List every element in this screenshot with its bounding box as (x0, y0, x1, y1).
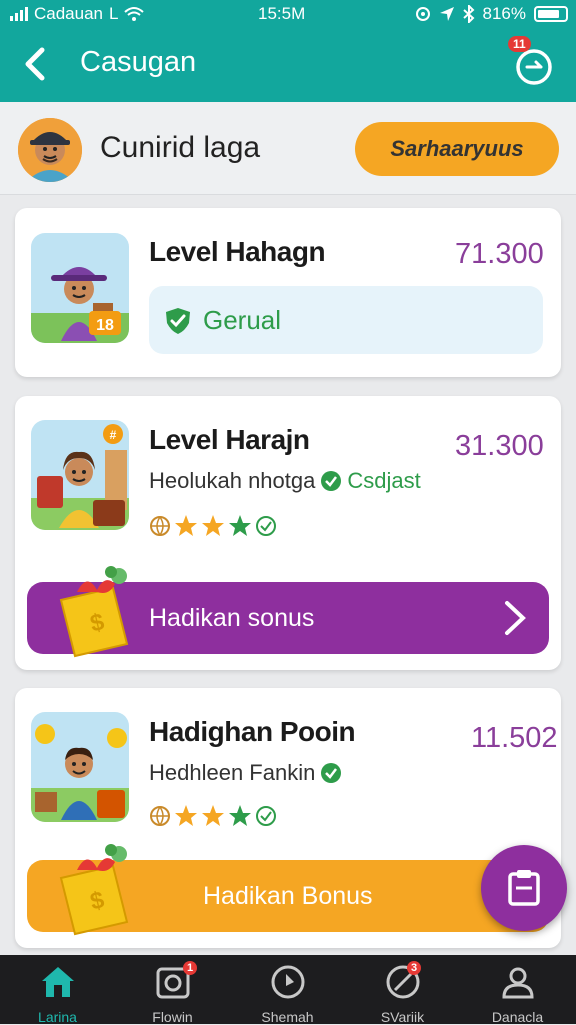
nav-label: Shemah (261, 1009, 314, 1025)
clock-icon (271, 965, 305, 999)
character-illustration (31, 712, 129, 822)
status-pill: Gerual (149, 286, 543, 354)
card-title: Hadighan Pooin (149, 716, 356, 747)
nav-label: Flowin (152, 1009, 193, 1025)
star-icon (202, 805, 224, 826)
nav-label: Larina (38, 1009, 77, 1025)
nav-item-pen[interactable]: 3 SVariik (345, 955, 460, 1025)
gift-bag-icon: $ (59, 844, 129, 936)
rating-row (149, 514, 277, 538)
nav-badge: 3 (407, 961, 422, 975)
card-price: 71.300 (455, 238, 544, 270)
nav-badge: 1 (183, 961, 198, 975)
battery-percent: 816% (482, 4, 526, 23)
card-price: 31.300 (455, 430, 544, 462)
character-illustration: 18 (31, 233, 129, 343)
nav-label: Danacla (491, 1009, 544, 1025)
timer-button[interactable]: 11 (508, 36, 554, 86)
wifi-icon (124, 7, 145, 21)
card-subtitle-row: Heolukah nhotga Csdjast (149, 468, 421, 494)
card-title: Level Harajn (149, 424, 310, 455)
nav-item-clock[interactable]: Shemah (230, 955, 345, 1025)
chevron-right-icon (505, 601, 526, 635)
thumb-badge: # (110, 428, 117, 442)
status-label: Gerual (203, 305, 282, 335)
card-price: 11.502 (471, 722, 558, 754)
level-card[interactable]: # Level Harajn 31.300 Heolukah nhotga Cs… (15, 396, 561, 670)
gift-bag-icon: $ (59, 566, 129, 658)
nav-item-photo[interactable]: 1 Flowin (115, 955, 230, 1025)
star-icon (229, 805, 251, 826)
app-bar: Casugan 11 (0, 28, 576, 102)
check-circle-icon (321, 471, 342, 491)
profile-icon (502, 967, 534, 999)
nav-item-home[interactable]: Larina (0, 955, 115, 1025)
rating-row (149, 804, 277, 828)
carrier-name: Cadauan (34, 4, 104, 23)
star-icon (202, 515, 224, 536)
bonus-button[interactable]: $ Hadikan Bonus (27, 844, 549, 936)
status-time: 15:5M (258, 4, 306, 23)
card-thumbnail (31, 712, 129, 822)
location-icon (415, 7, 430, 21)
star-icon (229, 515, 251, 536)
level-card[interactable]: 18 Level Hahagn 71.300 Gerual (15, 208, 561, 377)
navigation-arrow-icon (439, 7, 454, 21)
card-badge: 18 (96, 317, 114, 334)
character-illustration: # (31, 420, 129, 530)
globe-icon (150, 516, 170, 536)
clipboard-icon (508, 870, 540, 906)
page-title: Casugan (80, 46, 197, 78)
star-icon (175, 805, 197, 826)
card-subtitle: Hedhleen Fankin (149, 760, 316, 785)
card-subtitle-status: Csdjast (347, 468, 421, 493)
shield-check-icon (166, 308, 190, 334)
back-arrow-icon[interactable] (18, 44, 54, 84)
signal-icon (10, 7, 28, 21)
bonus-label: Hadikan Bonus (203, 882, 373, 910)
card-thumbnail: # (31, 420, 129, 530)
star-icon (175, 515, 197, 536)
check-outline-icon (256, 806, 276, 826)
stopwatch-icon (516, 49, 552, 85)
user-action-button[interactable]: Sarhaaryuus (355, 122, 559, 176)
user-header: Cunirid laga Sarhaaryuus (0, 102, 576, 195)
card-subtitle-row: Hedhleen Fankin (149, 760, 342, 786)
bonus-button[interactable]: $ Hadikan sonus (27, 566, 549, 658)
home-icon (42, 967, 74, 997)
bluetooth-icon (462, 5, 474, 23)
check-circle-icon (321, 763, 342, 783)
clipboard-fab[interactable] (481, 845, 567, 931)
timer-badge: 11 (508, 36, 531, 52)
globe-icon (150, 806, 170, 826)
bonus-label: Hadikan sonus (149, 604, 315, 632)
nav-item-profile[interactable]: Danacla (460, 955, 575, 1025)
card-subtitle: Heolukah nhotga (149, 468, 316, 493)
nav-label: SVariik (380, 1009, 425, 1025)
bottom-nav: Larina 1 Flowin Shemah 3 SVariik Danacla (0, 955, 576, 1025)
avatar[interactable] (18, 118, 82, 182)
user-name: Cunirid laga (100, 131, 261, 164)
level-card[interactable]: Hadighan Pooin 11.502 Hedhleen Fankin $ … (15, 688, 561, 948)
battery-icon (534, 6, 568, 22)
card-title: Level Hahagn (149, 236, 326, 267)
check-outline-icon (256, 516, 276, 536)
card-thumbnail: 18 (31, 233, 129, 343)
letter-l: L (109, 4, 119, 23)
avatar-illustration (18, 118, 82, 182)
status-bar: Cadauan L 15:5M 816% (0, 0, 576, 28)
